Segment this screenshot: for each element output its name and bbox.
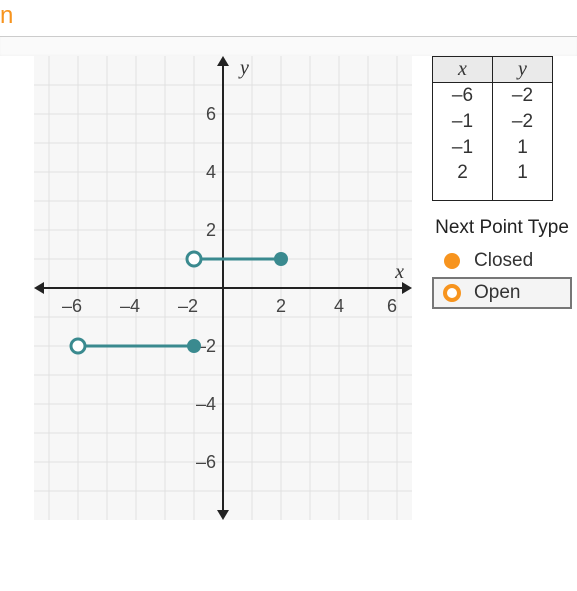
title-frag-text: n	[0, 2, 13, 29]
point-type-closed[interactable]: Closed	[432, 245, 572, 277]
graph-svg: x y –6 –4 –2 2 4 6 6 4 2 –2 –4 –6	[34, 56, 412, 520]
svg-text:–6: –6	[62, 296, 82, 316]
closed-point-icon[interactable]	[187, 339, 201, 353]
table-row: –1 –2	[433, 109, 553, 135]
svg-text:–4: –4	[120, 296, 140, 316]
point-type-open[interactable]: Open	[432, 277, 572, 309]
closed-point-icon[interactable]	[274, 252, 288, 266]
svg-text:2: 2	[206, 220, 216, 240]
table-row: –1 1	[433, 135, 553, 161]
open-point-icon[interactable]	[71, 339, 85, 353]
col-y-header: y	[493, 57, 553, 83]
page-title-fragment: n	[0, 0, 577, 36]
x-axis-label: x	[394, 261, 404, 283]
header-divider	[0, 36, 577, 56]
table-row: 2 1	[433, 161, 553, 201]
col-x-header: x	[433, 57, 493, 83]
closed-dot-icon	[442, 251, 462, 271]
next-point-type-label: Next Point Type	[432, 217, 572, 239]
open-label: Open	[474, 282, 520, 304]
side-panel: x y –6 –2 –1 –2 –1 1 2 1 Next Point Type	[432, 56, 572, 520]
svg-text:2: 2	[276, 296, 286, 316]
data-table: x y –6 –2 –1 –2 –1 1 2 1	[432, 56, 553, 201]
svg-text:4: 4	[206, 162, 216, 182]
coordinate-graph[interactable]: x y –6 –4 –2 2 4 6 6 4 2 –2 –4 –6	[34, 56, 412, 520]
point-type-options: Closed Open	[432, 245, 572, 309]
open-dot-icon	[442, 283, 462, 303]
table-header-row: x y	[433, 57, 553, 83]
svg-text:6: 6	[206, 104, 216, 124]
table-row: –6 –2	[433, 83, 553, 109]
content-row: x y –6 –4 –2 2 4 6 6 4 2 –2 –4 –6	[0, 56, 577, 520]
svg-text:4: 4	[334, 296, 344, 316]
svg-text:6: 6	[387, 296, 397, 316]
open-point-icon[interactable]	[187, 252, 201, 266]
closed-label: Closed	[474, 250, 533, 272]
svg-text:–4: –4	[196, 394, 216, 414]
y-axis-label: y	[238, 57, 249, 79]
svg-text:–6: –6	[196, 452, 216, 472]
svg-text:–2: –2	[178, 296, 198, 316]
